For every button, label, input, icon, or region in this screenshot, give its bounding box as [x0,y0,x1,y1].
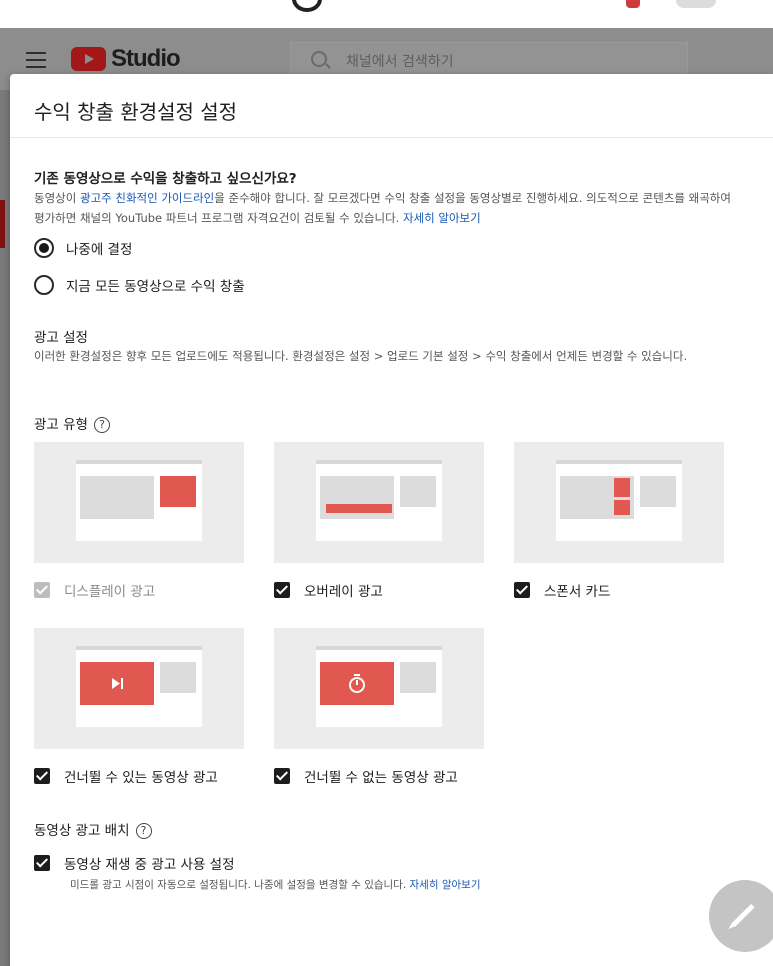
side-block [400,662,436,693]
display-ad-block [160,476,196,507]
checkbox-midroll-ads[interactable]: 동영상 재생 중 광고 사용 설정 [34,853,235,873]
checkbox-checked-icon[interactable] [274,582,290,598]
dialog-title: 수익 창출 환경설정 설정 [34,100,238,124]
checkbox-skippable-video-ads[interactable]: 건너뛸 수 있는 동영상 광고 [34,766,218,786]
checkbox-label: 스폰서 카드 [544,584,611,600]
checkbox-label: 오버레이 광고 [304,584,383,600]
checkbox-checked-icon[interactable] [514,582,530,598]
sidebar-active-indicator [0,200,5,248]
top-fragment-red [626,0,640,8]
radio-decide-later[interactable]: 나중에 결정 [34,238,132,258]
video-ad-block [320,662,394,705]
edit-pencil-icon [731,903,755,928]
skippable-video-ad-preview [34,628,244,749]
checkbox-label: 건너뛸 수 있는 동영상 광고 [64,770,218,786]
overlay-ad-preview [274,442,484,563]
ad-types-title: 광고 유형 [34,417,88,433]
ad-settings-title: 광고 설정 [34,330,88,346]
checkbox-label: 동영상 재생 중 광고 사용 설정 [64,857,235,873]
advertiser-guidelines-link[interactable]: 광고주 친화적인 가이드라인 [80,191,214,205]
learn-more-link[interactable]: 자세히 알아보기 [403,211,481,225]
checkbox-sponsor-cards[interactable]: 스폰서 카드 [514,580,610,600]
preview-screen [76,460,202,541]
midroll-note-text: 미드롤 광고 시점이 자동으로 설정됩니다. 나중에 설정을 변경할 수 있습니… [70,879,410,891]
help-icon[interactable]: ? [93,417,110,433]
ad-settings-description: 이러한 환경설정은 향후 모든 업로드에도 적용됩니다. 환경설정은 설정 > … [34,349,688,363]
ad-placement-title: 동영상 광고 배치 [34,823,130,839]
preview-screen [316,460,442,541]
checkbox-checked-icon[interactable] [34,768,50,784]
learn-more-link[interactable]: 자세히 알아보기 [410,879,481,891]
side-block [640,476,676,507]
radio-selected-icon[interactable] [34,238,54,258]
search-placeholder: 채널에서 검색하기 [346,54,454,70]
dialog-divider [10,137,773,138]
top-strip [0,0,773,28]
channel-search[interactable]: 채널에서 검색하기 [290,42,688,76]
help-icon[interactable]: ? [135,823,152,839]
radio-monetize-all-now[interactable]: 지금 모든 동영상으로 수익 창출 [34,275,245,295]
existing-videos-description: 동영상이 광고주 친화적인 가이드라인을 준수해야 합니다. 잘 모르겠다면 수… [34,188,734,228]
midroll-note: 미드롤 광고 시점이 자동으로 설정됩니다. 나중에 설정을 변경할 수 있습니… [70,877,480,892]
video-area [80,476,154,519]
sponsor-card-block [614,478,630,497]
radio-label: 나중에 결정 [66,242,133,258]
preview-screen [556,460,682,541]
sponsor-card-preview [514,442,724,563]
preview-screen [76,646,202,727]
top-fragment-gray [676,0,716,8]
radio-unselected-icon[interactable] [34,275,54,295]
youtube-logo-icon [71,47,106,71]
video-ad-block [80,662,154,705]
checkbox-checked-icon[interactable] [274,768,290,784]
non-skippable-video-ad-preview [274,628,484,749]
side-block [400,476,436,507]
existing-videos-question: 기존 동영상으로 수익을 창출하고 싶으신가요? [34,171,297,187]
preview-screen [316,646,442,727]
radio-label: 지금 모든 동영상으로 수익 창출 [66,279,245,295]
studio-logo-text[interactable]: Studio [111,45,181,73]
desc-text-1: 동영상이 [34,191,80,205]
monetization-settings-dialog: 수익 창출 환경설정 설정 기존 동영상으로 수익을 창출하고 싶으신가요? 동… [10,74,773,966]
checkbox-non-skippable-video-ads[interactable]: 건너뛸 수 없는 동영상 광고 [274,766,458,786]
display-ad-preview [34,442,244,563]
menu-icon[interactable] [26,52,46,68]
timer-icon [349,674,365,693]
sponsor-card-block [614,500,630,515]
top-fragment [292,0,322,12]
checkbox-checked-icon[interactable] [34,855,50,871]
side-block [160,662,196,693]
edit-fab[interactable] [709,880,773,952]
ad-types-heading: 광고 유형? [34,413,110,433]
ad-placement-heading: 동영상 광고 배치? [34,819,152,839]
play-skip-icon [112,678,123,689]
checkbox-label: 디스플레이 광고 [64,584,156,600]
checkbox-label: 건너뛸 수 없는 동영상 광고 [304,770,458,786]
checkbox-display-ads: 디스플레이 광고 [34,580,155,600]
checkbox-overlay-ads[interactable]: 오버레이 광고 [274,580,383,600]
checkbox-checked-icon [34,582,50,598]
search-icon [311,51,327,67]
overlay-ad-bar [326,504,392,513]
